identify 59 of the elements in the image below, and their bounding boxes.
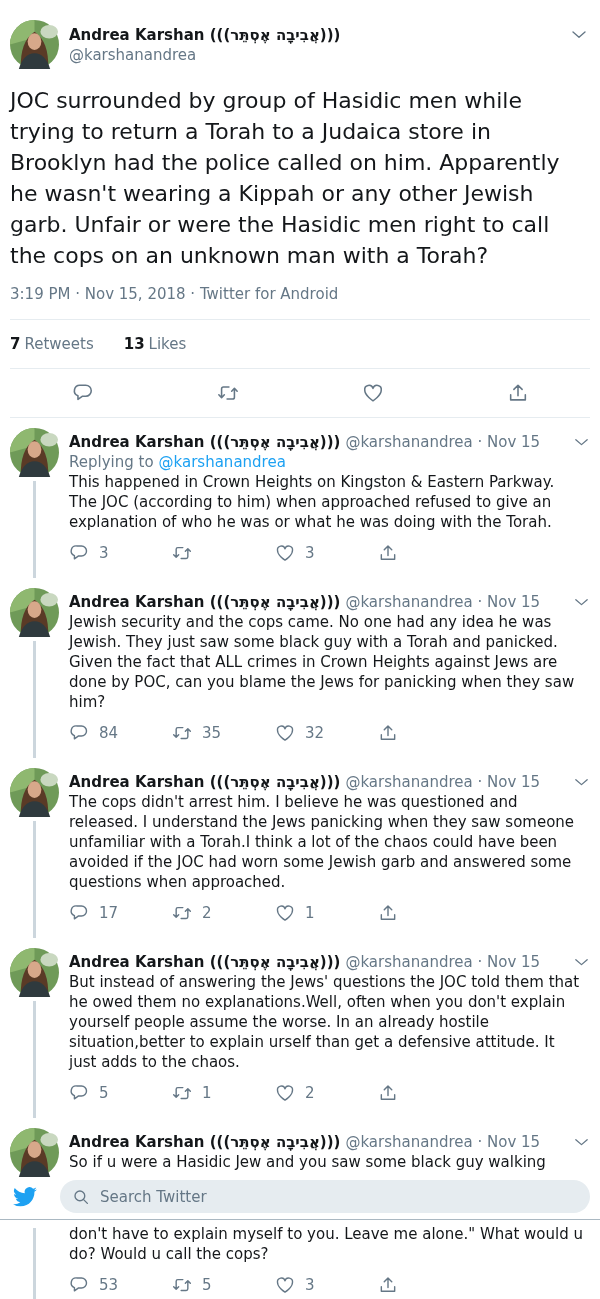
handle[interactable]: @karshanandrea · Nov 15: [345, 952, 541, 972]
heart-icon[interactable]: [361, 382, 384, 404]
like-count: 32: [305, 723, 325, 743]
stat-label[interactable]: Retweets: [24, 335, 94, 353]
handle[interactable]: @karshanandrea · Nov 15: [345, 772, 541, 792]
reply-icon[interactable]: [69, 723, 89, 743]
reply-text: This happened in Crown Heights on Kingston & Eastern Parkway. The JOC (according to him) when approached refused to give an explanation of who he was or what he was doing with the Torah.: [69, 472, 556, 532]
replie-count: 5: [99, 1083, 109, 1103]
author-name[interactable]: Andrea Karshan (((אֲבִיבָה אֶסְתֵּר))): [69, 952, 341, 972]
share-icon[interactable]: [378, 903, 398, 923]
handle[interactable]: @karshanandrea · Nov 15: [345, 592, 541, 612]
stat-label[interactable]: Likes: [148, 335, 187, 353]
replie-count: 84: [99, 723, 119, 743]
reply-text: don't have to explain myself to you. Leave me alone." What would u do? Would u call the cops?: [69, 1224, 584, 1264]
reply-icon[interactable]: [69, 1275, 89, 1295]
replie-count: 3: [99, 543, 109, 563]
like-count: 1: [305, 903, 315, 923]
reply-icon[interactable]: [69, 1083, 89, 1103]
replie-count: 17: [99, 903, 119, 923]
handle[interactable]: @karshanandrea · Nov 15: [345, 432, 541, 452]
like-count: 2: [305, 1083, 315, 1103]
retweet-count: 35: [202, 723, 222, 743]
author-name[interactable]: Andrea Karshan (((אֲבִיבָה אֶסְתֵּר))): [69, 772, 341, 792]
tweet-text: JOC surrounded by group of Hasidic men while trying to return a Torah to a Judaica store in Brooklyn had the police called on him. Apparently he wasn't wearing a Kippah or any other Jewish garb. Unfair or were the Hasidic men right to call the cops on an unknown man with a Torah?: [10, 87, 561, 270]
heart-icon[interactable]: [275, 903, 295, 923]
like-count: 3: [305, 1275, 315, 1295]
share-icon[interactable]: [378, 543, 398, 563]
handle[interactable]: @karshanandrea · Nov 15: [345, 1132, 541, 1152]
reply-icon[interactable]: [69, 903, 89, 923]
author-name[interactable]: Andrea Karshan (((אֲבִיבָה אֶסְתֵּר))): [69, 592, 341, 612]
reply-text: Jewish security and the cops came. No one had any idea he was Jewish. They just saw some black guy with a Torah and panicked. Given the fact that ALL crimes in Crown Heights against Jews are done by POC, can you blame the Jews for panicking when they saw him?: [69, 612, 576, 712]
retweet-count: 1: [202, 1083, 212, 1103]
share-icon[interactable]: [378, 723, 398, 743]
heart-icon[interactable]: [275, 543, 295, 563]
retweet-count: 2: [202, 903, 212, 923]
stat-count: 7: [10, 335, 21, 353]
reply-text: So if u were a Hasidic Jew and you saw some black guy walking: [69, 1152, 547, 1170]
reply-text: But instead of answering the Jews' questions the JOC told them that he owed them no explanations.Well, often when you don't explain yourself people assume the worse. In an already hostile situation,better to explain urself than get a defensive attitude. It just adds to the chaos.: [69, 972, 581, 1072]
author-name[interactable]: Andrea Karshan (((אֲבִיבָה אֶסְתֵּר))): [69, 1132, 341, 1152]
heart-icon[interactable]: [275, 723, 295, 743]
search-field[interactable]: Search Twitter: [60, 1180, 590, 1213]
timestamp: 3:19 PM · Nov 15, 2018 · Twitter for Android: [10, 284, 590, 320]
heart-icon[interactable]: [275, 1083, 295, 1103]
reply-context: Replying to: [69, 453, 154, 471]
mention-link[interactable]: @karshanandrea: [158, 453, 286, 471]
thread-line: [33, 1228, 36, 1299]
reply-text: The cops didn't arrest him. I believe he was questioned and released. I understand the Jews panicking when they saw someone unfamiliar with a Torah.I think a lot of the chaos could have been avoided if the JOC had worn some Jewish garb and answered some questions when approached.: [69, 792, 576, 892]
author-name[interactable]: Andrea Karshan (((אֲבִיבָה אֶסְתֵּר))): [69, 432, 341, 452]
share-icon[interactable]: [378, 1275, 398, 1295]
stat-count: 13: [123, 335, 145, 353]
like-count: 3: [305, 543, 315, 563]
reply-icon[interactable]: [69, 543, 89, 563]
search-icon: [72, 1188, 90, 1206]
share-icon[interactable]: [378, 1083, 398, 1103]
replie-count: 53: [99, 1275, 119, 1295]
retweet-count: 5: [202, 1275, 212, 1295]
handle[interactable]: @karshanandrea: [69, 45, 570, 65]
author-name[interactable]: Andrea Karshan (((אֲבִיבָה אֶסְתֵּר))): [69, 25, 570, 45]
heart-icon[interactable]: [275, 1275, 295, 1295]
